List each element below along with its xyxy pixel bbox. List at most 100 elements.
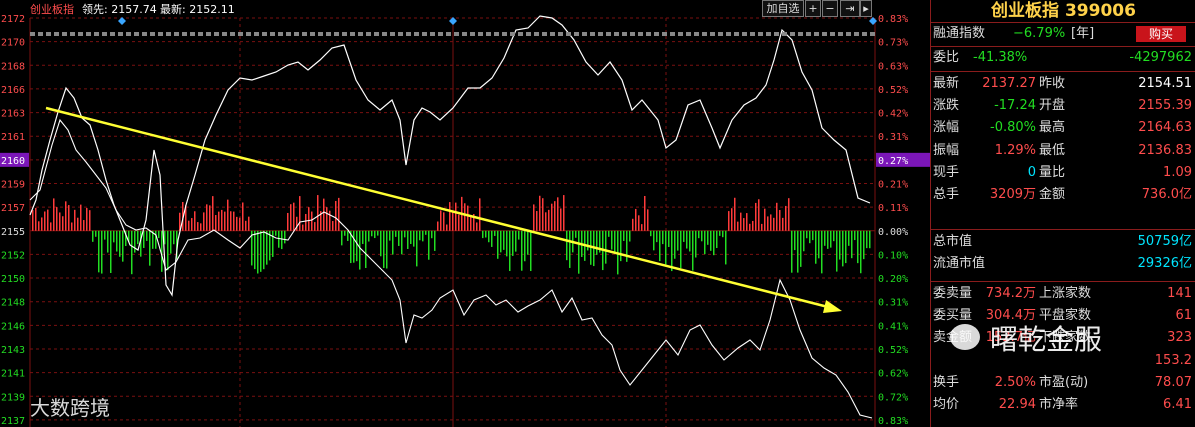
brand-watermark-left-text: 大数跨境	[30, 396, 110, 420]
left-axis-label: 2157	[1, 203, 25, 214]
zoom-in-button[interactable]: +	[805, 0, 821, 17]
left-axis-label: 2150	[1, 274, 25, 285]
margin-value: −6.79%	[1013, 26, 1066, 41]
panel-title: 创业板指 399006	[991, 1, 1136, 21]
book-value: 2.50%	[994, 374, 1036, 390]
quote-label: 涨跌	[933, 98, 960, 114]
left-axis-label: 2143	[1, 345, 25, 356]
quote-label-2: 量比	[1039, 164, 1066, 180]
buy-button[interactable]: 购买	[1136, 26, 1186, 42]
book-row: 均价 22.94 市净率 6.41	[931, 394, 1195, 416]
quote-value-2: 2155.39	[1138, 98, 1192, 114]
quote-value-2: 736.0亿	[1141, 187, 1192, 202]
quote-label-2: 最低	[1039, 142, 1066, 158]
quote-label: 总手	[933, 187, 960, 202]
right-axis-label: 0.20%	[878, 274, 908, 285]
right-axis-label: 0.31%	[878, 132, 908, 143]
book-label-2: 市净率	[1039, 397, 1079, 412]
quote-row: 振幅 1.29% 最低 2136.83	[931, 140, 1195, 162]
right-axis-label: 0.21%	[878, 179, 908, 190]
right-axis-label: 0.73%	[878, 38, 908, 49]
book-value-2: 141	[1167, 286, 1192, 301]
margin-row: 融通指数 −6.79% [年] 购买	[931, 23, 1195, 45]
time-marker-icon[interactable]	[118, 17, 126, 25]
quote-label-2: 开盘	[1039, 98, 1066, 114]
lead-value: 领先: 2157.74	[82, 3, 157, 16]
right-axis-label: 0.52%	[878, 85, 908, 96]
quote-label-2: 最高	[1039, 120, 1066, 136]
margin-label: 融通指数	[933, 26, 986, 41]
quote-value-2: 1.09	[1163, 164, 1192, 180]
right-axis-label: 0.10%	[878, 250, 908, 261]
trend-arrow-head	[823, 300, 842, 313]
cap-label: 总市值	[933, 234, 973, 249]
left-axis-label: 2141	[1, 369, 25, 380]
quote-label: 振幅	[933, 142, 960, 158]
right-axis-label: 0.41%	[878, 321, 908, 332]
left-axis-label: 2160	[1, 156, 25, 167]
quote-row: 总手 3209万 金额 736.0亿	[931, 184, 1195, 206]
book-label: 委卖量	[933, 286, 973, 301]
weibi-value: -41.38%	[973, 50, 1028, 65]
book-label-2: 上涨家数	[1039, 286, 1092, 301]
quote-value-2: 2154.51	[1138, 76, 1192, 91]
cap-row: 流通市值 29326亿	[931, 253, 1195, 275]
quote-value: 1.29%	[994, 142, 1036, 158]
quote-value: 0	[1027, 164, 1036, 180]
quote-label: 现手	[933, 164, 960, 180]
book-row: 换手 2.50% 市盈(动) 78.07	[931, 372, 1195, 394]
quote-label-2: 昨收	[1039, 76, 1066, 91]
cap-label: 流通市值	[933, 256, 986, 272]
quote-value: -0.80%	[990, 120, 1036, 136]
book-value-2: 6.41	[1163, 397, 1192, 412]
left-axis-label: 2155	[1, 227, 25, 238]
right-axis-label: 0.11%	[878, 203, 908, 214]
right-axis-label: 0.42%	[878, 109, 908, 120]
left-axis-label: 2166	[1, 85, 25, 96]
quote-value: 2137.27	[982, 76, 1036, 91]
next-button[interactable]: ▸	[860, 0, 872, 17]
brand-watermark-right: 曙乾金服	[950, 318, 1190, 358]
right-axis-label: 0.72%	[878, 392, 908, 403]
left-axis-label: 2170	[1, 38, 25, 49]
quote-value: 3209万	[989, 187, 1036, 202]
quote-label: 涨幅	[933, 120, 960, 136]
quote-panel: 创业板指 399006 融通指数 −6.79% [年] 购买 委比 -41.38…	[930, 0, 1195, 427]
cap-value: 29326亿	[1137, 256, 1192, 272]
zoom-out-button[interactable]: −	[822, 0, 838, 17]
add-watchlist-button[interactable]: 加自选	[762, 0, 804, 17]
quote-row: 现手 0 量比 1.09	[931, 162, 1195, 184]
quote-row: 涨幅 -0.80% 最高 2164.63	[931, 117, 1195, 139]
right-axis-label: 0.52%	[878, 345, 908, 356]
book-value: 734.2万	[985, 286, 1036, 301]
book-label: 均价	[933, 397, 960, 412]
quote-row: 最新 2137.27 昨收 2154.51	[931, 73, 1195, 95]
left-axis-label: 2152	[1, 250, 25, 261]
left-axis-label: 2168	[1, 61, 25, 72]
left-axis-label: 2163	[1, 109, 25, 120]
cap-value: 50759亿	[1137, 234, 1192, 249]
price-line	[29, 15, 871, 297]
jump-end-button[interactable]: ⇥	[840, 0, 860, 17]
weibi-label: 委比	[933, 50, 960, 65]
quote-value-2: 2164.63	[1138, 120, 1192, 136]
latest-value: 最新: 2152.11	[160, 3, 235, 16]
book-row: 委卖量 734.2万 上涨家数 141	[931, 283, 1195, 305]
wechat-icon	[950, 324, 980, 350]
weibi-row: 委比 -41.38% -4297962	[931, 47, 1195, 69]
right-axis-label: 0.83%	[878, 416, 908, 427]
right-axis-label: 0.31%	[878, 298, 908, 309]
margin-unit[interactable]: [年]	[1071, 23, 1094, 45]
quote-value-2: 2136.83	[1138, 142, 1192, 158]
book-value-2: 78.07	[1154, 374, 1192, 390]
book-label: 换手	[933, 374, 960, 390]
intraday-chart[interactable]: 2172217021682166216321612160215921572155…	[0, 0, 930, 427]
left-axis-label: 2146	[1, 321, 25, 332]
book-value: 22.94	[998, 397, 1036, 412]
quote-row: 涨跌 -17.24 开盘 2155.39	[931, 95, 1195, 117]
cap-row: 总市值 50759亿	[931, 231, 1195, 253]
right-axis-label: 0.62%	[878, 369, 908, 380]
brand-watermark-left: 大数跨境	[30, 392, 110, 421]
left-axis-label: 2161	[1, 132, 25, 143]
left-axis-label: 2137	[1, 416, 25, 427]
